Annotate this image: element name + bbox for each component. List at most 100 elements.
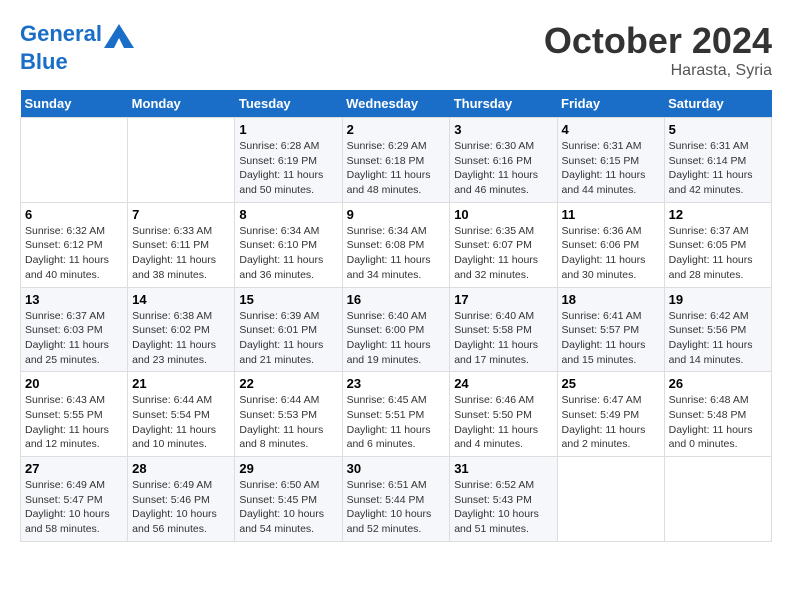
day-number: 1	[239, 122, 337, 137]
day-detail: Sunrise: 6:38 AMSunset: 6:02 PMDaylight:…	[132, 309, 230, 368]
header-day-monday: Monday	[128, 90, 235, 118]
calendar-cell: 20 Sunrise: 6:43 AMSunset: 5:55 PMDayligh…	[21, 372, 128, 457]
day-detail: Sunrise: 6:34 AMSunset: 6:10 PMDaylight:…	[239, 224, 337, 283]
calendar-cell: 22Sunrise: 6:44 AMSunset: 5:53 PMDayligh…	[235, 372, 342, 457]
day-number: 29	[239, 461, 337, 476]
calendar-cell: 21 Sunrise: 6:44 AMSunset: 5:54 PMDayligh…	[128, 372, 235, 457]
day-number: 4	[562, 122, 660, 137]
day-number: 9	[347, 207, 446, 222]
calendar-cell: 18 Sunrise: 6:41 AMSunset: 5:57 PMDayligh…	[557, 287, 664, 372]
calendar-week-row: 13Sunrise: 6:37 AMSunset: 6:03 PMDayligh…	[21, 287, 772, 372]
day-detail: Sunrise: 6:37 AMSunset: 6:05 PMDaylight:…	[669, 224, 767, 283]
calendar-cell: 24Sunrise: 6:46 AMSunset: 5:50 PMDayligh…	[450, 372, 557, 457]
day-detail: Sunrise: 6:46 AMSunset: 5:50 PMDaylight:…	[454, 393, 552, 452]
calendar-cell: 9 Sunrise: 6:34 AMSunset: 6:08 PMDaylight…	[342, 202, 450, 287]
day-number: 8	[239, 207, 337, 222]
day-detail: Sunrise: 6:45 AMSunset: 5:51 PMDaylight:…	[347, 393, 446, 452]
page-header: General Blue October 2024 Harasta, Syria	[20, 20, 772, 80]
calendar-cell: 17Sunrise: 6:40 AMSunset: 5:58 PMDayligh…	[450, 287, 557, 372]
header-day-tuesday: Tuesday	[235, 90, 342, 118]
day-number: 19	[669, 292, 767, 307]
day-number: 17	[454, 292, 552, 307]
calendar-cell: 8 Sunrise: 6:34 AMSunset: 6:10 PMDaylight…	[235, 202, 342, 287]
calendar-cell: 4Sunrise: 6:31 AMSunset: 6:15 PMDaylight…	[557, 118, 664, 203]
day-number: 28	[132, 461, 230, 476]
calendar-week-row: 6 Sunrise: 6:32 AMSunset: 6:12 PMDaylight…	[21, 202, 772, 287]
day-number: 26	[669, 376, 767, 391]
calendar-cell	[21, 118, 128, 203]
day-detail: Sunrise: 6:43 AMSunset: 5:55 PMDaylight:…	[25, 393, 123, 452]
calendar-cell: 27 Sunrise: 6:49 AMSunset: 5:47 PMDayligh…	[21, 457, 128, 542]
day-detail: Sunrise: 6:35 AMSunset: 6:07 PMDaylight:…	[454, 224, 552, 283]
day-number: 30	[347, 461, 446, 476]
calendar-cell: 10 Sunrise: 6:35 AMSunset: 6:07 PMDayligh…	[450, 202, 557, 287]
calendar-cell: 19 Sunrise: 6:42 AMSunset: 5:56 PMDayligh…	[664, 287, 771, 372]
calendar-cell: 2 Sunrise: 6:29 AMSunset: 6:18 PMDaylight…	[342, 118, 450, 203]
day-detail: Sunrise: 6:50 AMSunset: 5:45 PMDaylight:…	[239, 478, 337, 537]
calendar-week-row: 27 Sunrise: 6:49 AMSunset: 5:47 PMDayligh…	[21, 457, 772, 542]
logo-text: General	[20, 20, 134, 50]
calendar-cell: 11 Sunrise: 6:36 AMSunset: 6:06 PMDayligh…	[557, 202, 664, 287]
header-day-saturday: Saturday	[664, 90, 771, 118]
day-number: 21	[132, 376, 230, 391]
day-detail: Sunrise: 6:41 AMSunset: 5:57 PMDaylight:…	[562, 309, 660, 368]
day-detail: Sunrise: 6:31 AMSunset: 6:14 PMDaylight:…	[669, 139, 767, 198]
calendar-cell: 29 Sunrise: 6:50 AMSunset: 5:45 PMDayligh…	[235, 457, 342, 542]
header-day-sunday: Sunday	[21, 90, 128, 118]
day-detail: Sunrise: 6:28 AMSunset: 6:19 PMDaylight:…	[239, 139, 337, 198]
calendar-cell: 12 Sunrise: 6:37 AMSunset: 6:05 PMDayligh…	[664, 202, 771, 287]
day-number: 31	[454, 461, 552, 476]
logo-blue-text: Blue	[20, 50, 134, 74]
day-number: 7	[132, 207, 230, 222]
day-number: 14	[132, 292, 230, 307]
title-block: October 2024 Harasta, Syria	[544, 20, 772, 80]
day-detail: Sunrise: 6:49 AMSunset: 5:46 PMDaylight:…	[132, 478, 230, 537]
day-number: 2	[347, 122, 446, 137]
day-number: 25	[562, 376, 660, 391]
day-detail: Sunrise: 6:32 AMSunset: 6:12 PMDaylight:…	[25, 224, 123, 283]
day-number: 15	[239, 292, 337, 307]
calendar-cell: 14 Sunrise: 6:38 AMSunset: 6:02 PMDayligh…	[128, 287, 235, 372]
day-number: 18	[562, 292, 660, 307]
day-detail: Sunrise: 6:42 AMSunset: 5:56 PMDaylight:…	[669, 309, 767, 368]
day-number: 27	[25, 461, 123, 476]
day-detail: Sunrise: 6:36 AMSunset: 6:06 PMDaylight:…	[562, 224, 660, 283]
logo: General Blue	[20, 20, 134, 74]
calendar-table: SundayMondayTuesdayWednesdayThursdayFrid…	[20, 90, 772, 542]
calendar-cell: 1 Sunrise: 6:28 AMSunset: 6:19 PMDaylight…	[235, 118, 342, 203]
calendar-cell: 31Sunrise: 6:52 AMSunset: 5:43 PMDayligh…	[450, 457, 557, 542]
day-number: 10	[454, 207, 552, 222]
day-number: 23	[347, 376, 446, 391]
logo-icon	[104, 20, 134, 50]
calendar-week-row: 1 Sunrise: 6:28 AMSunset: 6:19 PMDaylight…	[21, 118, 772, 203]
day-number: 5	[669, 122, 767, 137]
day-detail: Sunrise: 6:40 AMSunset: 6:00 PMDaylight:…	[347, 309, 446, 368]
day-number: 6	[25, 207, 123, 222]
calendar-cell	[128, 118, 235, 203]
day-detail: Sunrise: 6:34 AMSunset: 6:08 PMDaylight:…	[347, 224, 446, 283]
calendar-cell: 16 Sunrise: 6:40 AMSunset: 6:00 PMDayligh…	[342, 287, 450, 372]
month-title: October 2024	[544, 20, 772, 62]
location: Harasta, Syria	[544, 62, 772, 80]
header-day-friday: Friday	[557, 90, 664, 118]
calendar-cell: 28 Sunrise: 6:49 AMSunset: 5:46 PMDayligh…	[128, 457, 235, 542]
calendar-week-row: 20 Sunrise: 6:43 AMSunset: 5:55 PMDayligh…	[21, 372, 772, 457]
day-number: 22	[239, 376, 337, 391]
day-detail: Sunrise: 6:48 AMSunset: 5:48 PMDaylight:…	[669, 393, 767, 452]
day-number: 16	[347, 292, 446, 307]
calendar-cell: 3Sunrise: 6:30 AMSunset: 6:16 PMDaylight…	[450, 118, 557, 203]
calendar-cell: 5 Sunrise: 6:31 AMSunset: 6:14 PMDaylight…	[664, 118, 771, 203]
calendar-cell: 30Sunrise: 6:51 AMSunset: 5:44 PMDayligh…	[342, 457, 450, 542]
day-detail: Sunrise: 6:39 AMSunset: 6:01 PMDaylight:…	[239, 309, 337, 368]
day-detail: Sunrise: 6:29 AMSunset: 6:18 PMDaylight:…	[347, 139, 446, 198]
day-detail: Sunrise: 6:44 AMSunset: 5:54 PMDaylight:…	[132, 393, 230, 452]
header-day-thursday: Thursday	[450, 90, 557, 118]
day-number: 11	[562, 207, 660, 222]
calendar-body: 1 Sunrise: 6:28 AMSunset: 6:19 PMDaylight…	[21, 118, 772, 542]
calendar-cell: 6 Sunrise: 6:32 AMSunset: 6:12 PMDaylight…	[21, 202, 128, 287]
day-number: 12	[669, 207, 767, 222]
day-detail: Sunrise: 6:37 AMSunset: 6:03 PMDaylight:…	[25, 309, 123, 368]
day-detail: Sunrise: 6:49 AMSunset: 5:47 PMDaylight:…	[25, 478, 123, 537]
calendar-cell: 23 Sunrise: 6:45 AMSunset: 5:51 PMDayligh…	[342, 372, 450, 457]
day-number: 20	[25, 376, 123, 391]
